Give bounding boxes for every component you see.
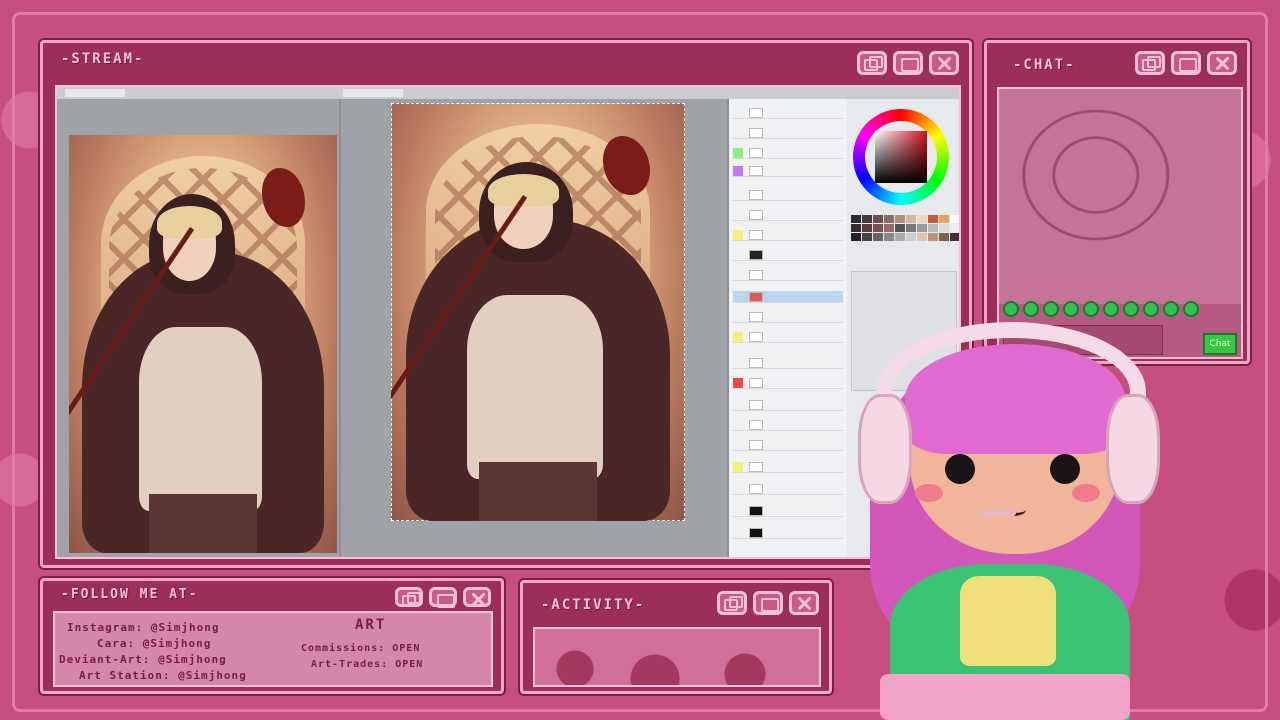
close-icon[interactable] <box>789 591 819 615</box>
avatar-blush <box>915 484 943 502</box>
headphone-earcup-left <box>858 394 912 504</box>
restore-icon[interactable] <box>857 51 887 75</box>
maximize-icon[interactable] <box>429 587 457 608</box>
layer-row[interactable] <box>733 165 843 177</box>
close-icon[interactable] <box>463 587 491 607</box>
maximize-icon[interactable] <box>1171 51 1201 75</box>
stream-window: -STREAM- <box>40 40 972 568</box>
social-artstation: Art Station: @Simjhong <box>79 669 247 682</box>
follow-info: Instagram: @Simjhong Cara: @Simjhong Dev… <box>53 611 493 687</box>
art-heading: ART <box>355 617 387 633</box>
layer-row[interactable] <box>733 357 843 369</box>
close-icon[interactable] <box>929 51 959 75</box>
layer-row[interactable] <box>733 107 843 119</box>
social-instagram: Instagram: @Simjhong <box>67 621 220 634</box>
layer-row[interactable] <box>733 147 843 159</box>
restore-icon[interactable] <box>395 587 423 607</box>
activity-window-controls <box>717 591 819 615</box>
stream-window-title: -STREAM- <box>61 51 145 67</box>
main-canvas-pane[interactable] <box>341 99 727 557</box>
layer-row[interactable] <box>733 269 843 281</box>
layer-row[interactable] <box>733 189 843 201</box>
activity-window: -ACTIVITY- <box>520 580 832 694</box>
layers-panel <box>729 99 847 557</box>
layer-row[interactable] <box>733 209 843 221</box>
layer-row[interactable] <box>733 505 843 517</box>
emote-icon[interactable] <box>1163 301 1179 317</box>
stream-window-controls <box>857 51 959 75</box>
restore-icon[interactable] <box>1135 51 1165 75</box>
chat-background-art <box>999 89 1241 304</box>
maximize-icon[interactable] <box>753 591 783 615</box>
layer-row[interactable] <box>733 311 843 323</box>
layer-row[interactable] <box>733 229 843 241</box>
avatar-shirt <box>960 576 1056 666</box>
color-swatches[interactable] <box>851 215 959 241</box>
social-cara: Cara: @Simjhong <box>97 637 212 650</box>
layer-row[interactable] <box>733 527 843 539</box>
stream-capture <box>55 85 961 559</box>
activity-window-title: -ACTIVITY- <box>541 597 646 613</box>
follow-window-controls <box>395 587 491 608</box>
layer-row[interactable] <box>733 249 843 261</box>
app-toolbar <box>57 87 959 99</box>
canvas-tab-1[interactable] <box>65 89 125 97</box>
reference-canvas-pane <box>57 99 339 557</box>
headphone-earcup-right <box>1106 394 1160 504</box>
layer-row[interactable] <box>733 483 843 495</box>
chat-window-title: -CHAT- <box>1013 57 1076 73</box>
commissions-status: Commissions: OPEN <box>301 643 421 654</box>
maximize-icon[interactable] <box>893 51 923 75</box>
follow-window: -FOLLOW ME AT- Instagram: @Simjhong Cara… <box>40 578 504 694</box>
drawing-tablet <box>880 674 1130 720</box>
avatar-blush <box>1072 484 1100 502</box>
follow-window-title: -FOLLOW ME AT- <box>61 587 199 602</box>
layer-row-selected[interactable] <box>733 291 843 303</box>
close-icon[interactable] <box>1207 51 1237 75</box>
social-deviantart: Deviant-Art: @Simjhong <box>59 653 227 666</box>
headset-mic-icon <box>980 510 1016 516</box>
canvas-tab-2[interactable] <box>343 89 403 97</box>
emote-icon[interactable] <box>1183 301 1199 317</box>
vtuber-avatar <box>850 314 1160 720</box>
restore-icon[interactable] <box>717 591 747 615</box>
reference-artwork <box>69 135 337 553</box>
layer-row[interactable] <box>733 399 843 411</box>
activity-feed <box>533 627 821 687</box>
chat-window-controls <box>1135 51 1237 75</box>
layer-row[interactable] <box>733 127 843 139</box>
layer-row[interactable] <box>733 439 843 451</box>
layer-row[interactable] <box>733 461 843 473</box>
chat-send-button[interactable]: Chat <box>1203 333 1237 355</box>
layer-row[interactable] <box>733 331 843 343</box>
layer-row[interactable] <box>733 377 843 389</box>
art-trades-status: Art-Trades: OPEN <box>311 659 424 670</box>
color-picker-square[interactable] <box>875 131 927 183</box>
main-artwork[interactable] <box>391 103 685 521</box>
layer-row[interactable] <box>733 419 843 431</box>
